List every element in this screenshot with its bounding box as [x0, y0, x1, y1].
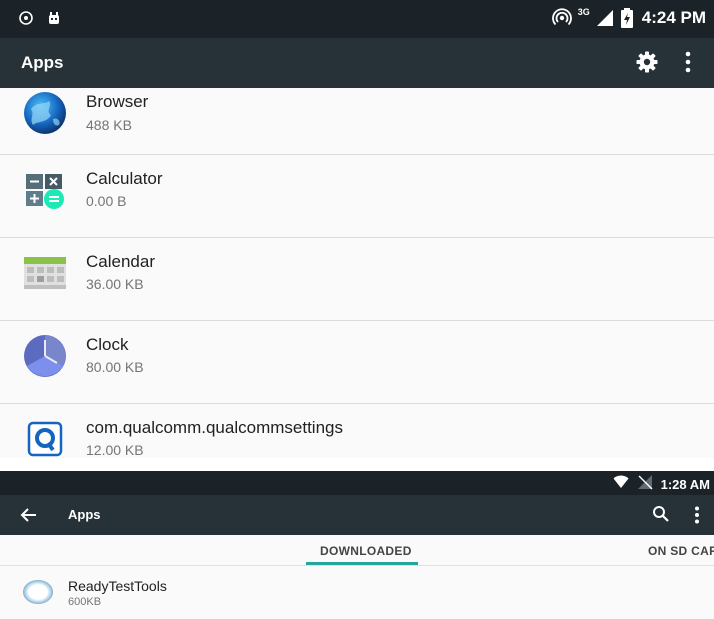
hotspot-icon [551, 8, 572, 28]
app-size: 12.00 KB [86, 442, 144, 458]
more-vert-icon[interactable] [694, 506, 700, 529]
app-list-item-qualcommsettings[interactable]: com.qualcomm.qualcommsettings 12.00 KB [0, 404, 714, 458]
battery-charging-icon [620, 8, 634, 28]
tab-bar: DOWNLOADED ON SD CARD [0, 535, 714, 566]
browser-globe-icon [23, 91, 67, 135]
tab-on-sd-card[interactable]: ON SD CARD [648, 544, 714, 558]
clock-icon [23, 334, 67, 378]
app-list-item-clock[interactable]: Clock 80.00 KB [0, 321, 714, 404]
app-list-item-readytesttools[interactable]: ReadyTestTools 600KB [0, 566, 714, 619]
app-bar: Apps [0, 495, 714, 535]
no-sim-signal-icon [637, 474, 653, 495]
app-list: Browser 488 KB Calculator 0.00 B Calenda… [0, 88, 714, 458]
back-arrow-icon[interactable] [20, 506, 38, 529]
status-right: 3G 4:24 PM [551, 7, 706, 28]
status-time: 4:24 PM [641, 8, 706, 27]
app-name: ReadyTestTools [68, 578, 167, 594]
status-bar: 3G 4:24 PM [0, 0, 714, 38]
search-icon[interactable] [652, 505, 670, 528]
screen-apps-list-2: 1:28 AM Apps DOWNLOADED ON SD CARD Ready… [0, 471, 714, 619]
app-size: 36.00 KB [86, 276, 144, 292]
tab-indicator [306, 562, 418, 565]
app-list-item-browser[interactable]: Browser 488 KB [0, 88, 714, 155]
status-bar: 1:28 AM [0, 471, 714, 495]
app-name: Browser [86, 92, 149, 111]
gear-icon[interactable] [635, 50, 659, 79]
app-list-item-calendar[interactable]: Calendar 36.00 KB [0, 238, 714, 321]
app-list-item-calculator[interactable]: Calculator 0.00 B [0, 155, 714, 238]
app-size: 80.00 KB [86, 359, 144, 375]
calendar-icon [23, 251, 67, 295]
app-name: Clock [86, 335, 129, 354]
app-size: 0.00 B [86, 193, 127, 209]
more-vert-icon[interactable] [684, 51, 692, 78]
qualcomm-icon [23, 417, 67, 458]
app-size: 600KB [68, 596, 102, 608]
app-size: 488 KB [86, 117, 132, 133]
app-ring-icon [22, 578, 54, 611]
wifi-icon [613, 475, 629, 494]
status-time: 1:28 AM [660, 477, 710, 492]
app-name: Calculator [86, 169, 163, 188]
page-title: Apps [68, 507, 101, 522]
status-right: 1:28 AM [613, 474, 710, 495]
signal-icon [596, 9, 614, 27]
network-type: 3G [577, 7, 590, 17]
tab-downloaded[interactable]: DOWNLOADED [320, 544, 412, 558]
app-bar: Apps [0, 38, 714, 88]
page-title: Apps [21, 53, 64, 72]
app-name: com.qualcomm.qualcommsettings [86, 418, 343, 437]
notification-icons [18, 10, 62, 26]
screen-apps-list-1: 3G 4:24 PM Apps Browser 488 KB Calculato… [0, 0, 714, 458]
wifi-hotspot-notification-icon [18, 10, 34, 26]
android-notification-icon [46, 10, 62, 26]
app-name: Calendar [86, 252, 155, 271]
calculator-icon [23, 168, 67, 212]
